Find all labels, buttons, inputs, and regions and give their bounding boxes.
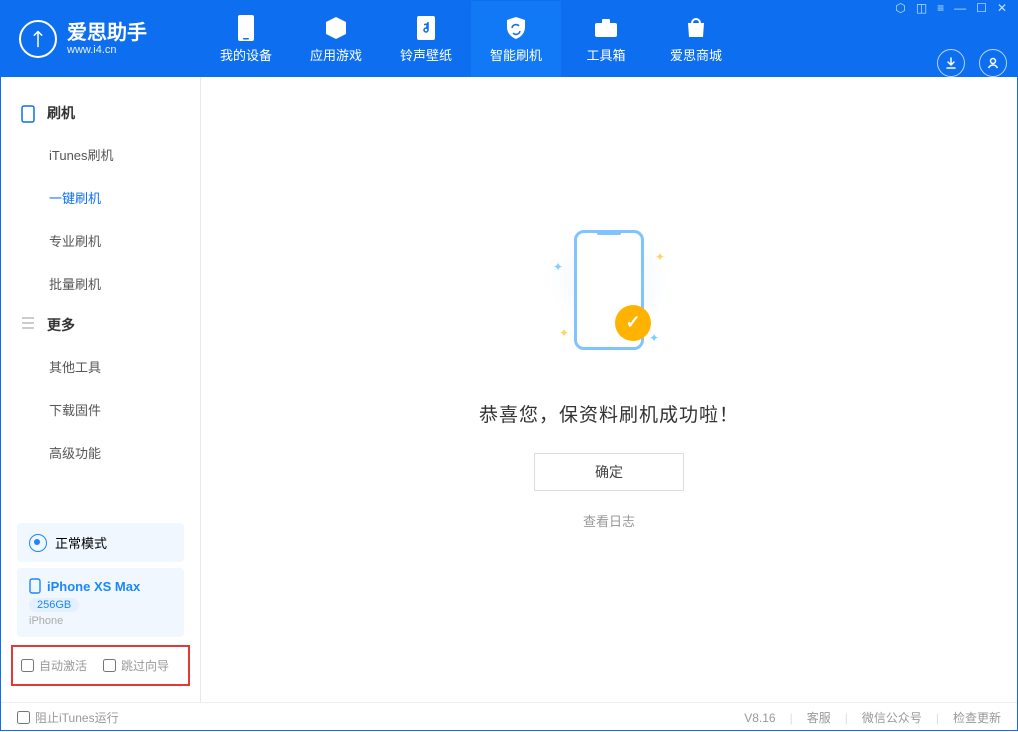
view-log-link[interactable]: 查看日志: [583, 511, 635, 530]
version-label: V8.16: [744, 711, 775, 725]
tab-label: 我的设备: [220, 45, 272, 64]
sidebar-group-flash: 刷机: [1, 93, 200, 133]
device-name-row: iPhone XS Max: [29, 578, 172, 594]
phone-icon: [21, 105, 37, 121]
menu-icon[interactable]: ≡: [937, 1, 944, 15]
service-link[interactable]: 客服: [807, 709, 831, 726]
sidebar-item-pro-flash[interactable]: 专业刷机: [1, 219, 200, 262]
skip-guide-checkbox[interactable]: 跳过向导: [103, 657, 169, 674]
auto-activate-checkbox[interactable]: 自动激活: [21, 657, 87, 674]
sidebar-item-advanced[interactable]: 高级功能: [1, 431, 200, 474]
device-icon: [233, 15, 259, 41]
user-button[interactable]: [979, 49, 1007, 77]
status-bar: 阻止iTunes运行 V8.16 | 客服 | 微信公众号 | 检查更新: [1, 702, 1017, 732]
sparkle-icon: ✦: [649, 331, 659, 345]
app-title: 爱思助手: [67, 22, 147, 44]
checkbox-label: 阻止iTunes运行: [35, 709, 119, 726]
logo-text: 爱思助手 www.i4.cn: [67, 22, 147, 56]
toolbar-right: ⬡ ◫ ≡ — ☐ ✕: [895, 1, 1017, 77]
sidebar-item-download-firmware[interactable]: 下载固件: [1, 388, 200, 431]
sparkle-icon: ✦: [655, 250, 665, 264]
device-name: iPhone XS Max: [47, 579, 140, 594]
music-file-icon: [413, 15, 439, 41]
shield-refresh-icon: [503, 15, 529, 41]
highlighted-checkbox-row: 自动激活 跳过向导: [11, 645, 190, 686]
tab-my-device[interactable]: 我的设备: [201, 1, 291, 77]
main-content: ✓ ✦ ✦ ✦ ✦ 恭喜您，保资料刷机成功啦！ 确定 查看日志: [201, 77, 1017, 702]
cube-icon: [323, 15, 349, 41]
block-itunes-checkbox[interactable]: 阻止iTunes运行: [17, 709, 119, 726]
logo-area: 爱思助手 www.i4.cn: [1, 1, 201, 77]
tab-ringtones[interactable]: 铃声壁纸: [381, 1, 471, 77]
tab-store[interactable]: 爱思商城: [651, 1, 741, 77]
success-message: 恭喜您，保资料刷机成功啦！: [479, 400, 739, 427]
sidebar-item-itunes-flash[interactable]: iTunes刷机: [1, 133, 200, 176]
nav-tabs: 我的设备 应用游戏 铃声壁纸 智能刷机 工具箱 爱思商城: [201, 1, 741, 77]
tab-toolbox[interactable]: 工具箱: [561, 1, 651, 77]
update-link[interactable]: 检查更新: [953, 709, 1001, 726]
app-body: 刷机 iTunes刷机 一键刷机 专业刷机 批量刷机 更多 其他工具 下载固件 …: [1, 77, 1017, 702]
bag-icon: [683, 15, 709, 41]
checkbox-label: 自动激活: [39, 657, 87, 674]
close-button[interactable]: ✕: [997, 1, 1007, 15]
app-logo-icon: [19, 20, 57, 58]
phone-small-icon: [29, 578, 41, 594]
tab-apps-games[interactable]: 应用游戏: [291, 1, 381, 77]
mode-label: 正常模式: [55, 533, 107, 552]
checkbox-label: 跳过向导: [121, 657, 169, 674]
sidebar-item-batch-flash[interactable]: 批量刷机: [1, 262, 200, 305]
tab-label: 工具箱: [586, 45, 625, 64]
tab-label: 铃声壁纸: [400, 45, 452, 64]
separator: |: [936, 711, 939, 725]
tab-label: 智能刷机: [490, 45, 542, 64]
device-card[interactable]: iPhone XS Max 256GB iPhone: [17, 568, 184, 637]
sparkle-icon: ✦: [553, 260, 563, 274]
tab-flash[interactable]: 智能刷机: [471, 1, 561, 77]
maximize-button[interactable]: ☐: [976, 1, 987, 15]
tab-label: 爱思商城: [670, 45, 722, 64]
sidebar-footer: 正常模式 iPhone XS Max 256GB iPhone 自动激活 跳过向…: [1, 505, 200, 702]
ok-button[interactable]: 确定: [534, 453, 684, 491]
tab-label: 应用游戏: [310, 45, 362, 64]
sidebar-item-oneclick-flash[interactable]: 一键刷机: [1, 176, 200, 219]
mode-icon: [29, 534, 47, 552]
sparkle-icon: ✦: [559, 326, 569, 340]
sidebar-group-more: 更多: [1, 305, 200, 345]
device-capacity: 256GB: [29, 598, 79, 612]
separator: |: [845, 711, 848, 725]
device-type: iPhone: [29, 615, 172, 627]
feedback-icon[interactable]: ◫: [916, 1, 927, 15]
shirt-icon[interactable]: ⬡: [895, 1, 905, 15]
wechat-link[interactable]: 微信公众号: [862, 709, 922, 726]
sidebar: 刷机 iTunes刷机 一键刷机 专业刷机 批量刷机 更多 其他工具 下载固件 …: [1, 77, 201, 702]
group-header-label: 更多: [47, 315, 75, 335]
window-controls: ⬡ ◫ ≡ — ☐ ✕: [895, 1, 1007, 15]
minimize-button[interactable]: —: [954, 1, 966, 15]
download-button[interactable]: [937, 49, 965, 77]
separator: |: [790, 711, 793, 725]
group-header-label: 刷机: [47, 103, 75, 123]
toolbox-icon: [593, 15, 619, 41]
app-header: 爱思助手 www.i4.cn 我的设备 应用游戏 铃声壁纸 智能刷机 工具箱 爱…: [1, 1, 1017, 77]
check-badge-icon: ✓: [615, 305, 651, 341]
mode-card[interactable]: 正常模式: [17, 523, 184, 562]
sidebar-item-other-tools[interactable]: 其他工具: [1, 345, 200, 388]
app-subtitle: www.i4.cn: [67, 44, 147, 56]
success-illustration: ✓ ✦ ✦ ✦ ✦: [529, 210, 689, 370]
list-icon: [21, 317, 37, 333]
